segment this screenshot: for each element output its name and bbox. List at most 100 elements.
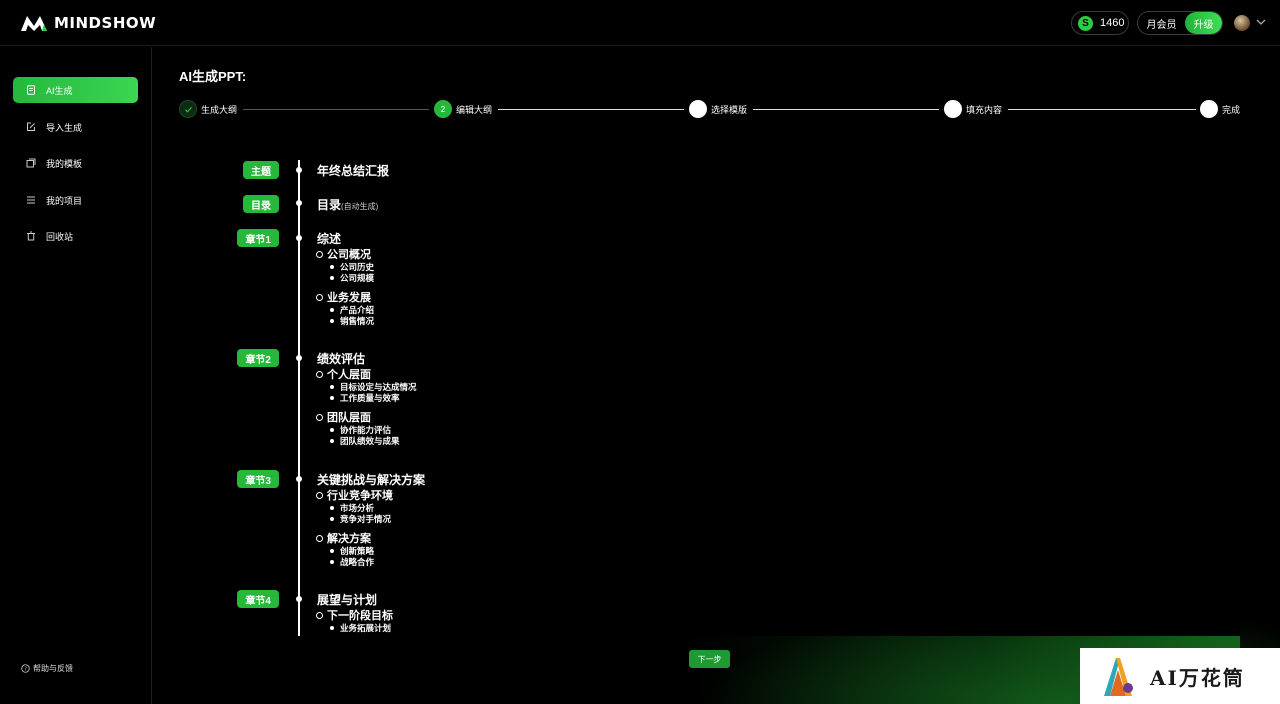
template-icon [26,158,36,168]
chapter-tag: 章节4 [237,590,279,608]
list-icon [26,195,36,205]
list-item[interactable]: 战略合作 [330,556,374,568]
timeline-dot [296,476,302,482]
sidebar: AI生成 导入生成 我的模板 我的项目 回收站 ? 帮助与反馈 [0,47,152,704]
topic-tag: 主题 [243,161,279,179]
list-item[interactable]: 业务拓展计划 [330,622,391,634]
section-item[interactable]: 团队层面 [316,409,371,425]
bullet-icon [330,276,334,280]
timeline-dot [296,235,302,241]
svg-text:?: ? [24,667,27,673]
step-connector [498,109,684,110]
help-feedback-link[interactable]: ? 帮助与反馈 [21,663,73,674]
section-item[interactable]: 解决方案 [316,530,371,546]
coin-count: 1460 [1100,17,1125,29]
sidebar-item-import[interactable]: 导入生成 [13,114,138,140]
chapter-title[interactable]: 展望与计划 [317,591,377,608]
sidebar-item-label: 我的项目 [46,195,83,206]
trash-icon [26,231,36,241]
list-item[interactable]: 销售情况 [330,315,374,327]
help-circle-icon: ? [21,664,30,673]
step-label: 选择模版 [711,104,748,115]
member-label: 月会员 [1146,19,1177,31]
step-connector [243,109,429,110]
section-title: 团队层面 [327,412,371,424]
section-title: 公司概况 [327,249,371,261]
list-item[interactable]: 公司规模 [330,272,374,284]
step-finish[interactable]: 完成 [1200,100,1240,118]
section-title: 行业竞争环境 [327,490,393,502]
ai-doc-icon [26,85,36,95]
section-title: 解决方案 [327,533,371,545]
kaleidoscope-logo-icon [1104,658,1133,696]
bullet-icon [330,439,334,443]
list-item-label: 工作质量与效率 [340,393,400,403]
coin-balance[interactable]: S 1460 [1071,11,1129,35]
toc-tag: 目录 [243,195,279,213]
step-number: 2 [434,100,452,118]
bullet-icon [330,308,334,312]
chapter-title[interactable]: 关键挑战与解决方案 [317,471,425,488]
ring-bullet-icon [316,491,323,499]
chapter-tag: 章节1 [237,229,279,247]
step-connector [1008,109,1196,110]
bullet-icon [330,506,334,510]
section-title: 下一阶段目标 [327,610,393,622]
timeline-dot [296,355,302,361]
bullet-icon [330,517,334,521]
chapter-title[interactable]: 综述 [317,230,341,247]
watermark-text: AI万花筒 [1150,665,1245,690]
list-item[interactable]: 团队绩效与成果 [330,435,400,447]
outline-topic[interactable]: 年终总结汇报 [317,162,389,179]
section-title: 个人层面 [327,369,371,381]
section-item[interactable]: 行业竞争环境 [316,487,393,503]
bullet-icon [330,560,334,564]
sidebar-item-templates[interactable]: 我的模板 [13,150,138,176]
sidebar-item-label: 我的模板 [46,158,83,169]
step-generate-outline[interactable]: 生成大纲 [179,100,237,118]
section-item[interactable]: 下一阶段目标 [316,607,393,623]
step-label: 填充内容 [966,104,1003,115]
top-bar: MINDSHOW S 1460 月会员 升级 [0,0,1280,46]
section-item[interactable]: 公司概况 [316,246,371,262]
outline-toc[interactable]: 目录(自动生成) [317,196,378,213]
section-item[interactable]: 业务发展 [316,289,371,305]
step-choose-template[interactable]: 选择模版 [689,100,747,118]
chapter-title[interactable]: 绩效评估 [317,350,365,367]
sidebar-item-label: AI生成 [46,85,73,96]
timeline-dot [296,596,302,602]
bullet-icon [330,396,334,400]
import-icon [26,122,36,132]
next-step-button[interactable]: 下一步 [689,650,730,668]
list-item-label: 业务拓展计划 [340,623,392,633]
sidebar-item-projects[interactable]: 我的项目 [13,187,138,213]
list-item[interactable]: 工作质量与效率 [330,392,400,404]
toc-title: 目录 [317,198,342,212]
bullet-icon [330,265,334,269]
list-item[interactable]: 竞争对手情况 [330,513,391,525]
list-item-label: 公司规模 [340,273,375,283]
outline-editor[interactable]: 主题 年终总结汇报 目录 目录(自动生成) 章节1 综述 公司概况 公司历史 公… [152,128,1240,636]
membership-pill: 月会员 升级 [1137,11,1223,35]
list-item-label: 销售情况 [340,316,375,326]
step-label: 生成大纲 [201,104,238,115]
coin-icon: S [1078,15,1093,31]
sidebar-item-ai-generate[interactable]: AI生成 [13,77,138,103]
chapter-tag: 章节3 [237,470,279,488]
step-edit-outline[interactable]: 2 编辑大纲 [434,100,492,118]
step-fill-content[interactable]: 填充内容 [944,100,1002,118]
avatar[interactable] [1234,15,1250,31]
chevron-down-icon[interactable] [1255,17,1267,27]
sidebar-item-trash[interactable]: 回收站 [13,223,138,249]
progress-stepper: 生成大纲 2 编辑大纲 选择模版 填充内容 完成 [179,100,1241,118]
toc-note: (自动生成) [341,202,379,211]
mindshow-logo[interactable]: MINDSHOW [20,11,156,35]
section-item[interactable]: 个人层面 [316,366,371,382]
list-item-label: 战略合作 [340,557,375,567]
timeline-line [298,160,300,636]
ring-bullet-icon [316,293,323,301]
bullet-icon [330,319,334,323]
bullet-icon [330,385,334,389]
chapter-tag: 章节2 [237,349,279,367]
upgrade-button[interactable]: 升级 [1185,12,1222,34]
